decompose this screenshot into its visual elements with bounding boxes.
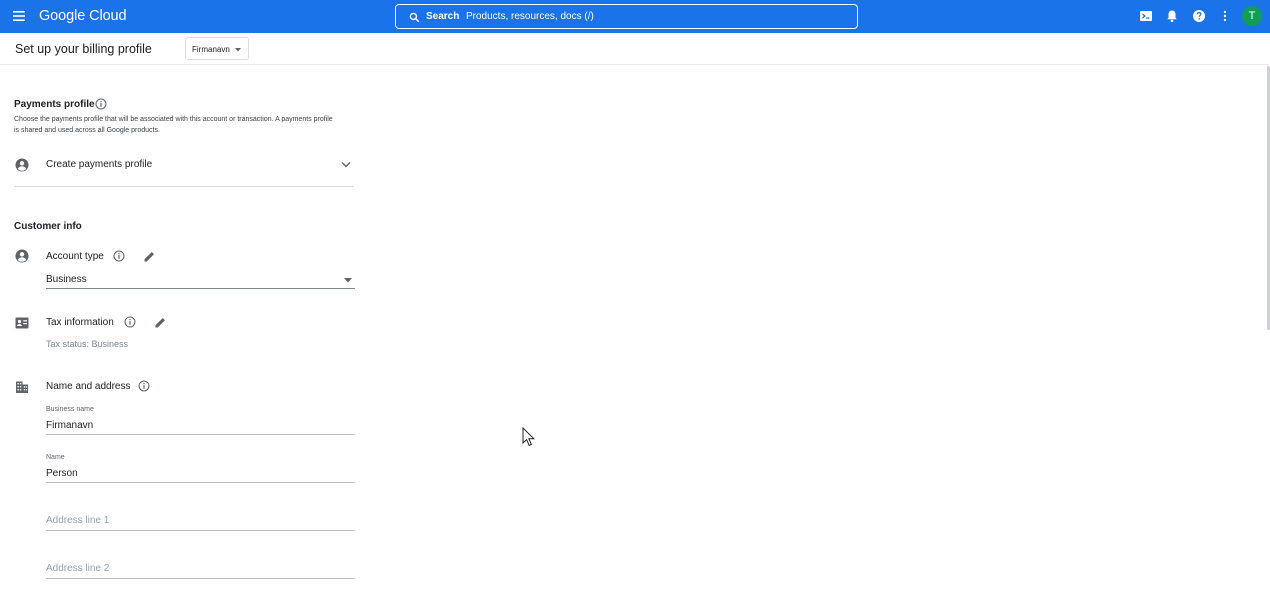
customer-info-title: Customer info <box>14 221 82 232</box>
search-box[interactable]: Search <box>395 4 858 29</box>
page-title: Set up your billing profile <box>15 42 152 56</box>
edit-pencil-icon[interactable] <box>143 250 156 263</box>
search-label: Search <box>426 11 460 22</box>
cloud-shell-icon[interactable] <box>1139 9 1153 23</box>
notifications-icon[interactable] <box>1165 9 1179 23</box>
dropdown-arrow-icon <box>235 48 241 52</box>
business-name-label: Business name <box>46 406 94 413</box>
more-vert-icon[interactable] <box>1218 9 1232 23</box>
address-line-1-input[interactable] <box>46 513 346 527</box>
name-field[interactable]: Name <box>46 452 355 483</box>
name-and-address-label: Name and address <box>46 381 131 392</box>
google-cloud-logo[interactable]: Google Cloud <box>39 8 127 24</box>
dropdown-arrow-icon <box>344 278 352 283</box>
address-line-2-input[interactable] <box>46 561 346 575</box>
name-label: Name <box>46 454 65 461</box>
info-icon[interactable] <box>124 316 136 328</box>
page-header: Set up your billing profile Firmanavn <box>0 33 1270 65</box>
project-picker[interactable]: Firmanavn <box>185 37 249 60</box>
chevron-down-icon[interactable] <box>341 161 351 168</box>
info-icon[interactable] <box>138 380 150 392</box>
account-circle-icon <box>15 249 29 263</box>
tax-status-text: Tax status: Business <box>46 339 129 349</box>
search-input[interactable] <box>466 7 846 26</box>
help-icon[interactable] <box>1192 9 1206 23</box>
top-app-bar: Google Cloud Search T <box>0 0 1270 33</box>
payments-profile-description: Choose the payments profile that will be… <box>14 116 333 134</box>
create-payments-profile-option[interactable]: Create payments profile <box>46 159 152 170</box>
business-name-field[interactable]: Business name <box>46 404 355 435</box>
tax-information-label: Tax information <box>46 317 114 328</box>
business-building-icon <box>16 381 28 393</box>
tax-id-card-icon <box>15 317 29 329</box>
info-icon[interactable] <box>113 250 125 262</box>
account-type-label: Account type <box>46 251 104 262</box>
edit-pencil-icon[interactable] <box>154 316 167 329</box>
address-line-2-field[interactable] <box>46 558 355 579</box>
mouse-pointer-icon <box>522 427 536 447</box>
business-name-input[interactable] <box>46 418 346 432</box>
account-avatar[interactable]: T <box>1242 6 1262 26</box>
account-circle-icon <box>15 158 29 172</box>
project-name: Firmanavn <box>192 45 230 54</box>
search-icon <box>409 12 420 23</box>
divider <box>14 186 354 187</box>
account-type-value: Business <box>46 274 87 285</box>
info-icon[interactable] <box>95 98 107 110</box>
payments-profile-title: Payments profile <box>14 99 95 110</box>
menu-icon[interactable] <box>11 8 27 24</box>
account-type-select[interactable]: Business <box>46 271 355 289</box>
address-line-1-field[interactable] <box>46 510 355 531</box>
name-input[interactable] <box>46 466 346 480</box>
